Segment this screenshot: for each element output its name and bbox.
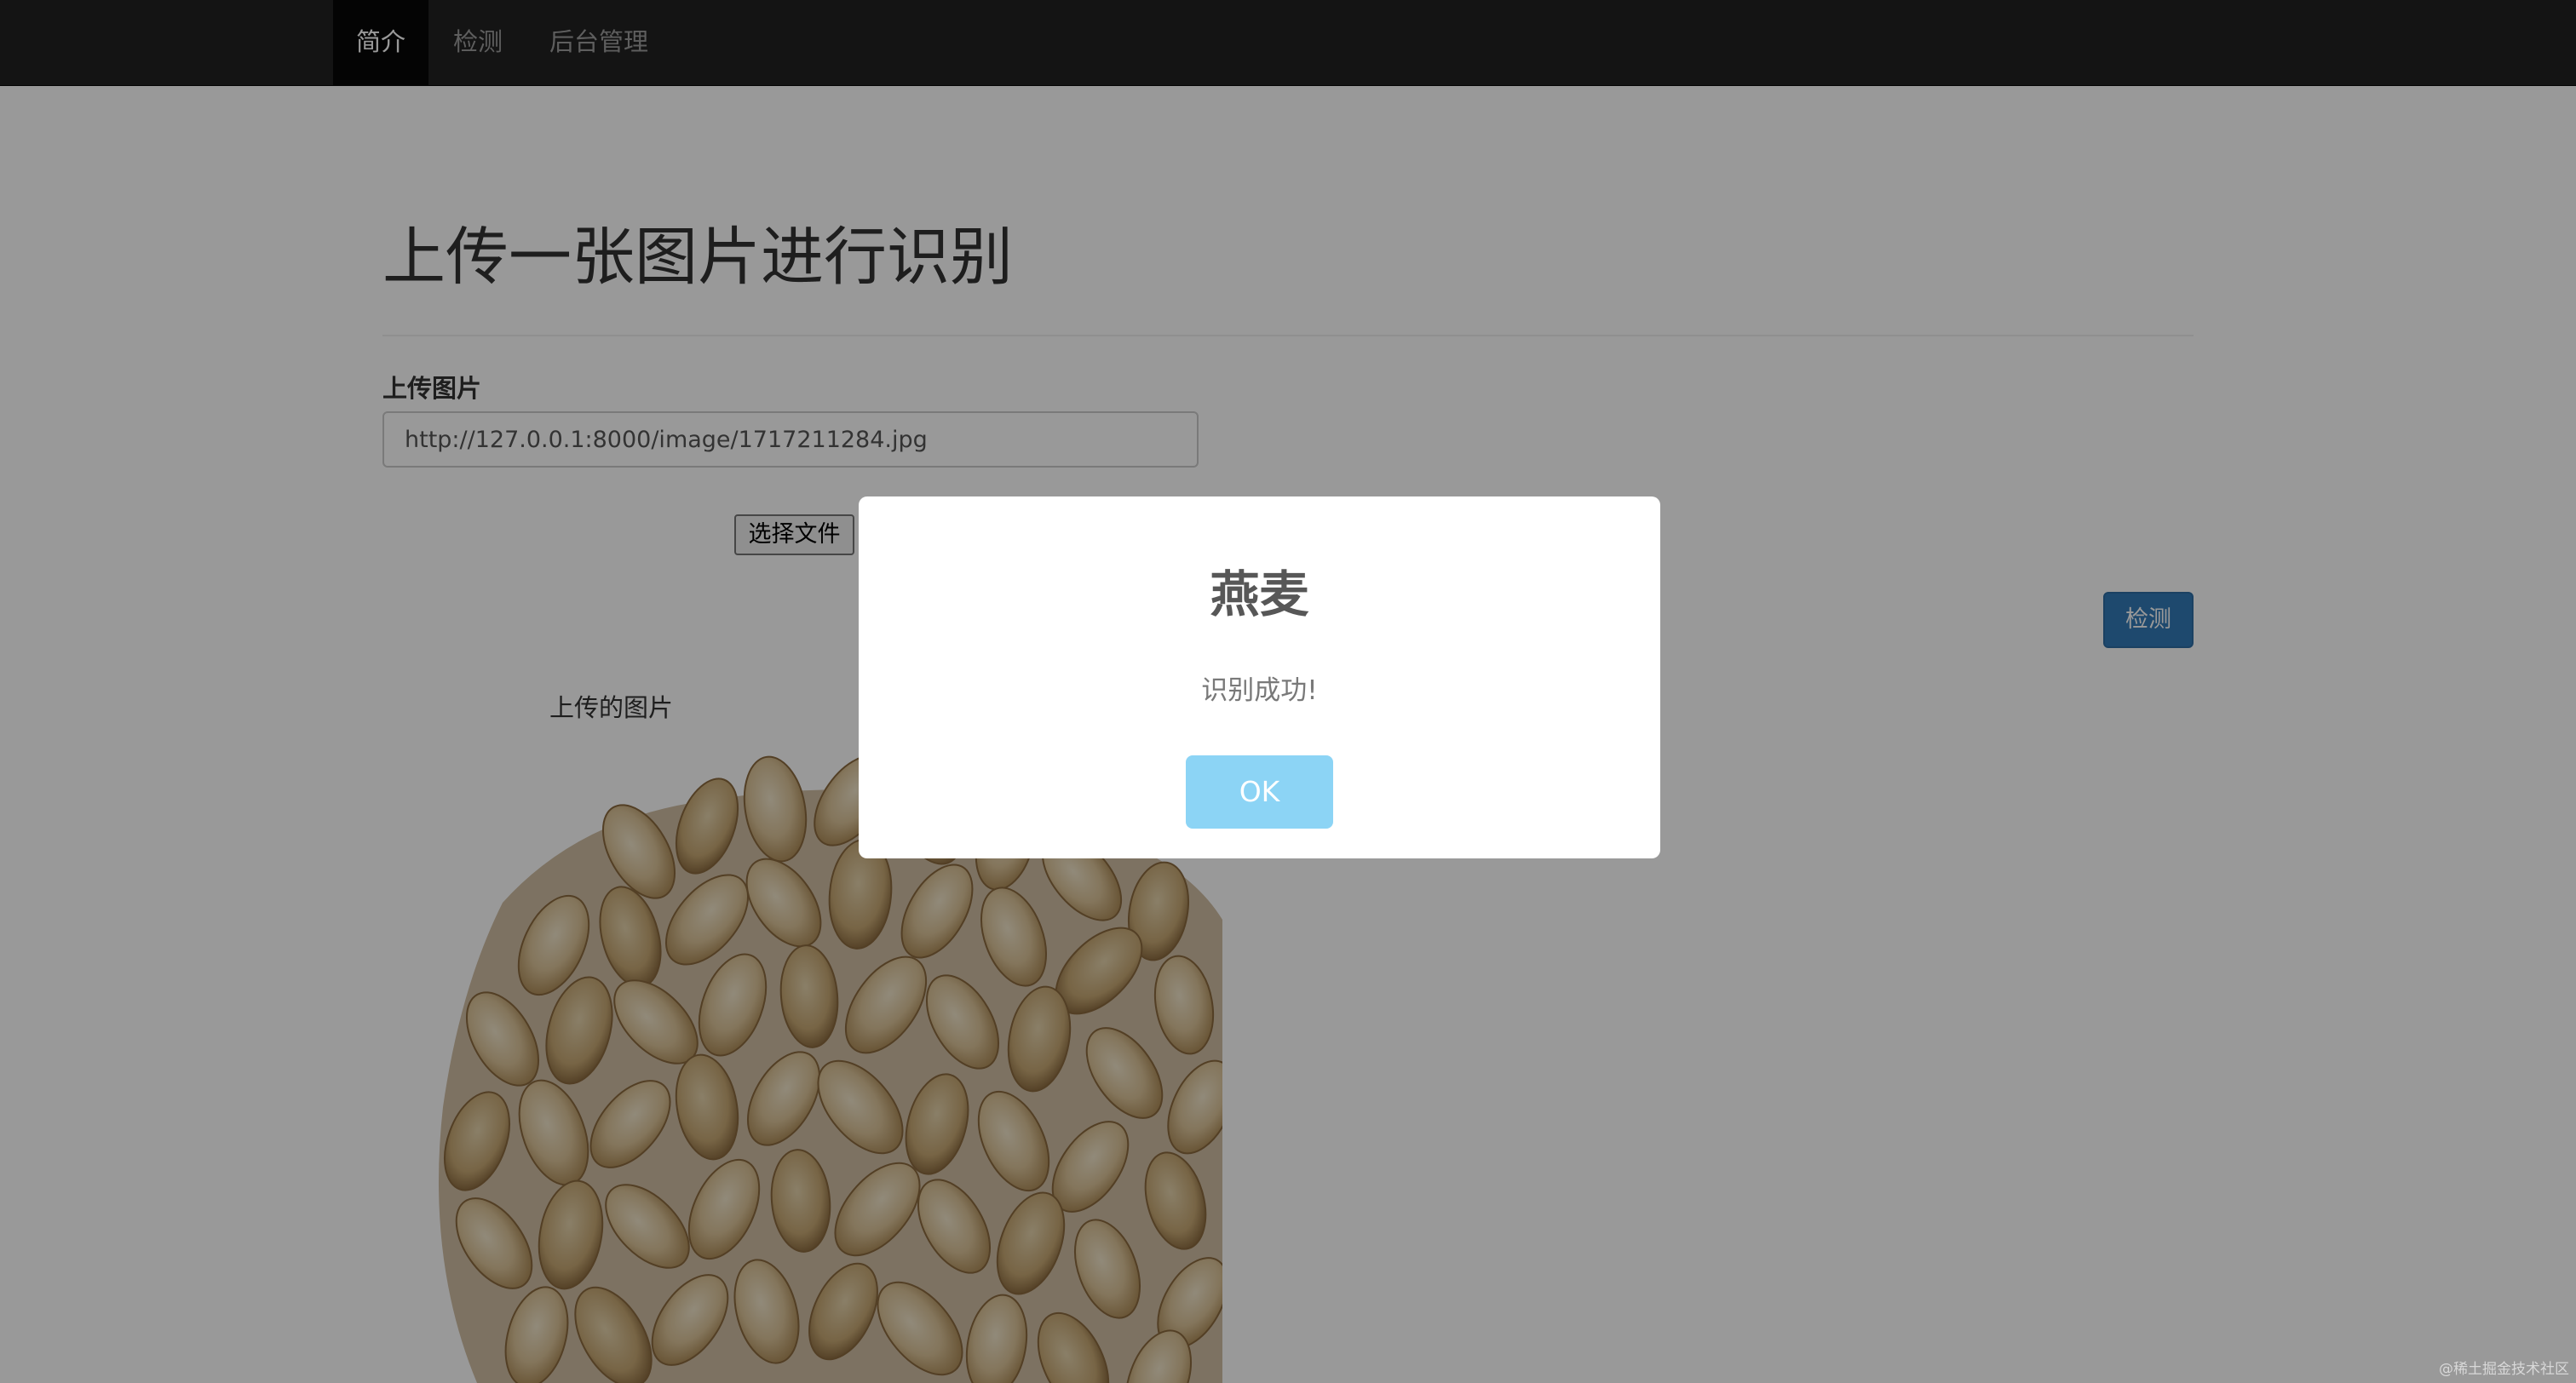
dialog-message: 识别成功! <box>1201 675 1318 706</box>
dialog-title: 燕麦 <box>1210 565 1309 623</box>
watermark: @稀土掘金技术社区 <box>2439 1361 2569 1378</box>
dialog-ok-button[interactable]: OK <box>1186 755 1333 829</box>
result-dialog: 燕麦 识别成功! OK <box>859 496 1660 858</box>
